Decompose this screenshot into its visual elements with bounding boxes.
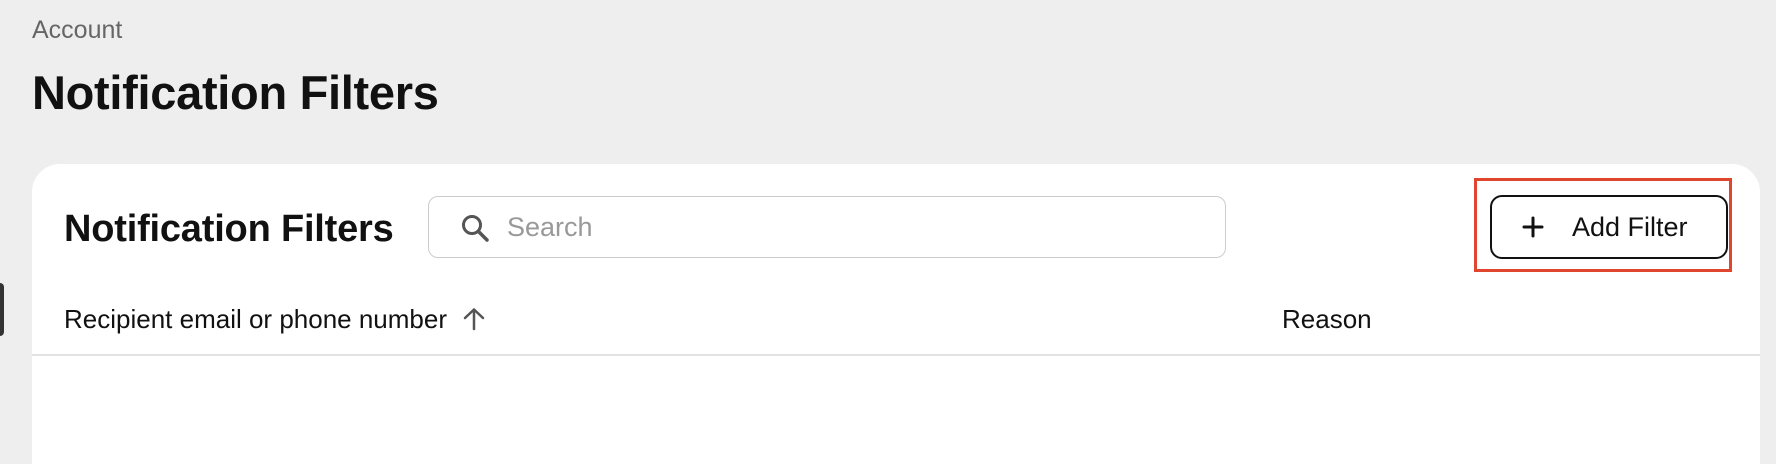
search-input[interactable] — [507, 197, 1207, 257]
column-header-recipient-label: Recipient email or phone number — [64, 304, 447, 334]
add-filter-label: Add Filter — [1572, 212, 1688, 242]
search-box[interactable] — [428, 196, 1226, 258]
filters-card: Notification Filters Add Filter Recipien… — [32, 164, 1760, 464]
table-header: Recipient email or phone number Reason — [32, 282, 1760, 356]
plus-icon — [1522, 216, 1544, 238]
breadcrumb[interactable]: Account — [32, 14, 122, 46]
page-title: Notification Filters — [32, 66, 439, 119]
column-header-recipient[interactable]: Recipient email or phone number — [64, 282, 487, 356]
arrow-up-icon — [463, 308, 485, 331]
column-header-reason[interactable]: Reason — [1282, 282, 1372, 356]
card-title: Notification Filters — [64, 208, 394, 250]
side-panel-handle[interactable] — [0, 283, 4, 336]
add-filter-button[interactable]: Add Filter — [1490, 195, 1728, 259]
search-icon — [462, 215, 489, 242]
